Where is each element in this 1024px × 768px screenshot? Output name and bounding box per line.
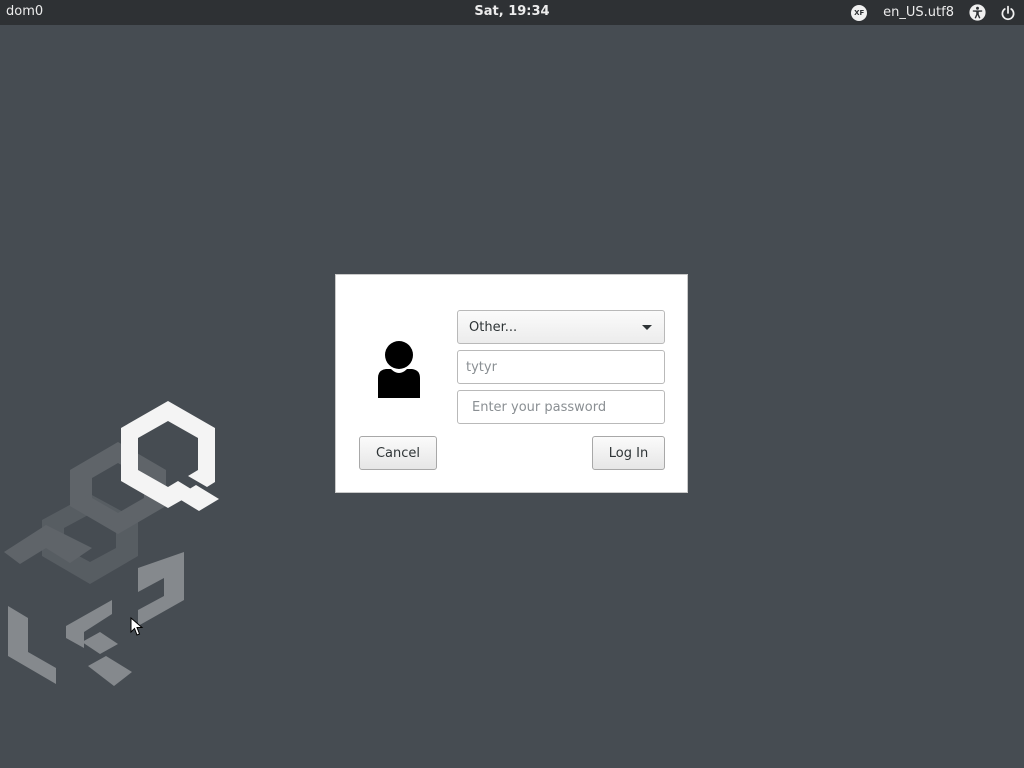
keyboard-locale-indicator[interactable]: en_US.utf8	[883, 5, 954, 20]
user-select-dropdown[interactable]: Other...	[457, 310, 665, 344]
top-panel-status-area: XF en_US.utf8	[851, 3, 1016, 22]
power-icon[interactable]	[1000, 5, 1016, 21]
mouse-cursor-icon	[130, 617, 144, 636]
username-field[interactable]	[457, 350, 665, 384]
login-dialog: Other... Cancel Log In	[335, 274, 688, 493]
user-avatar-icon	[378, 341, 420, 398]
top-panel: dom0 Sat, 19:34 XF en_US.utf8	[0, 0, 1024, 25]
log-in-button[interactable]: Log In	[592, 436, 665, 470]
username-input[interactable]	[458, 351, 664, 383]
accessibility-icon[interactable]	[969, 4, 986, 21]
xf-icon[interactable]: XF	[851, 4, 868, 21]
user-select-value: Other...	[469, 319, 518, 335]
password-input[interactable]	[458, 391, 664, 423]
chevron-down-icon	[642, 324, 652, 330]
password-field[interactable]	[457, 390, 665, 424]
cancel-button[interactable]: Cancel	[359, 436, 437, 470]
qubes-logo	[4, 401, 219, 686]
